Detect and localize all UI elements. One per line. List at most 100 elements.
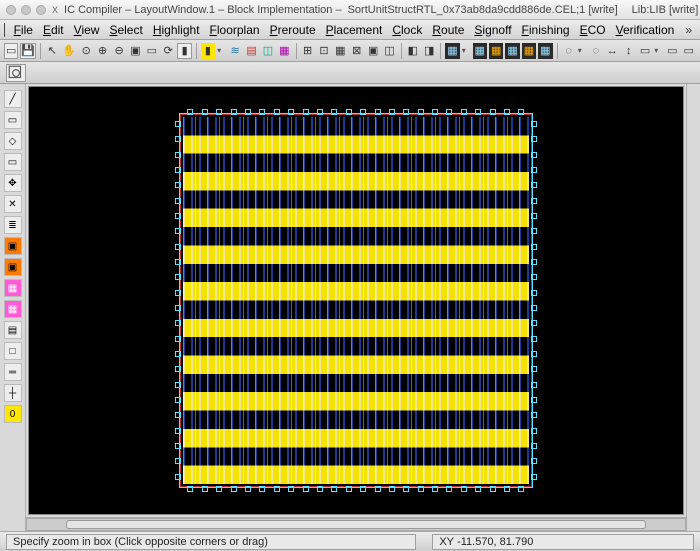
io-pin[interactable] xyxy=(346,486,352,492)
close-icon[interactable] xyxy=(6,5,16,15)
io-pin[interactable] xyxy=(531,136,537,142)
io-pin[interactable] xyxy=(175,443,181,449)
io-pin[interactable] xyxy=(531,474,537,480)
io-pin[interactable] xyxy=(432,486,438,492)
io-pin[interactable] xyxy=(461,486,467,492)
io-pin[interactable] xyxy=(175,228,181,234)
io-pin[interactable] xyxy=(175,121,181,127)
tool-fill2[interactable]: ▣ xyxy=(4,258,22,276)
io-pin[interactable] xyxy=(216,109,222,115)
io-pin[interactable] xyxy=(175,412,181,418)
layout-canvas[interactable] xyxy=(28,86,684,515)
menu-finishing[interactable]: Finishing xyxy=(517,22,575,38)
io-pin[interactable] xyxy=(531,290,537,296)
menu-placement[interactable]: Placement xyxy=(321,22,388,38)
io-pin[interactable] xyxy=(331,109,337,115)
io-pin[interactable] xyxy=(175,274,181,280)
chip-4[interactable]: ▦ xyxy=(505,43,519,59)
io-pin[interactable] xyxy=(375,109,381,115)
io-pin[interactable] xyxy=(175,305,181,311)
io-pin[interactable] xyxy=(360,486,366,492)
menu-signoff[interactable]: Signoff xyxy=(469,22,516,38)
tool-via[interactable]: ┼ xyxy=(4,384,22,402)
io-pin[interactable] xyxy=(245,109,251,115)
io-pin[interactable] xyxy=(288,109,294,115)
io-pin[interactable] xyxy=(274,486,280,492)
io-pin[interactable] xyxy=(303,486,309,492)
menubar-overflow[interactable]: » xyxy=(681,23,696,37)
tool-poly[interactable]: ◇ xyxy=(4,132,22,150)
misc-7[interactable]: ▭ xyxy=(681,43,695,59)
chip-2[interactable]: ▦ xyxy=(473,43,487,59)
io-pin[interactable] xyxy=(259,486,265,492)
tool-region2[interactable]: ▦ xyxy=(4,300,22,318)
tool-origin[interactable]: 0 xyxy=(4,405,22,423)
io-pin[interactable] xyxy=(175,397,181,403)
tool-del[interactable]: ✕ xyxy=(4,195,22,213)
io-pin[interactable] xyxy=(403,486,409,492)
io-pin[interactable] xyxy=(274,109,280,115)
snap-6[interactable]: ◫ xyxy=(382,43,396,59)
tool-rect[interactable]: ▭ xyxy=(4,111,22,129)
align-c[interactable]: ◨ xyxy=(422,43,436,59)
io-pin[interactable] xyxy=(531,182,537,188)
io-pin[interactable] xyxy=(475,486,481,492)
io-pin[interactable] xyxy=(346,109,352,115)
misc-3[interactable]: ↔ xyxy=(605,43,619,59)
tool-region1[interactable]: ▦ xyxy=(4,279,22,297)
io-pin[interactable] xyxy=(360,109,366,115)
minimize-icon[interactable] xyxy=(21,5,31,15)
open-button[interactable]: ▭ xyxy=(4,43,18,59)
io-pin[interactable] xyxy=(175,428,181,434)
refresh-button[interactable]: ⟳ xyxy=(161,43,175,59)
menu-route[interactable]: Route xyxy=(427,22,469,38)
chip-3[interactable]: ▦ xyxy=(489,43,503,59)
io-pin[interactable] xyxy=(504,486,510,492)
io-pin[interactable] xyxy=(531,320,537,326)
menu-preroute[interactable]: Preroute xyxy=(265,22,321,38)
io-pin[interactable] xyxy=(531,259,537,265)
zoom-in-tool[interactable]: ⊕ xyxy=(95,43,109,59)
menu-select[interactable]: Select xyxy=(104,22,147,38)
io-pin[interactable] xyxy=(175,167,181,173)
menu-edit[interactable]: Edit xyxy=(38,22,69,38)
io-pin[interactable] xyxy=(531,458,537,464)
io-pin[interactable] xyxy=(389,109,395,115)
io-pin[interactable] xyxy=(175,244,181,250)
io-pin[interactable] xyxy=(175,351,181,357)
align-l[interactable]: ◧ xyxy=(406,43,420,59)
io-pin[interactable] xyxy=(531,397,537,403)
menu-highlight[interactable]: Highlight xyxy=(148,22,205,38)
scroll-thumb[interactable] xyxy=(66,520,645,529)
zoom-out-tool[interactable]: ⊖ xyxy=(112,43,126,59)
cursor-tool[interactable]: ↖ xyxy=(45,43,59,59)
stack-hier[interactable]: ◫ xyxy=(261,43,275,59)
snap-3[interactable]: ▦ xyxy=(333,43,347,59)
box-select-tool[interactable] xyxy=(6,64,26,82)
misc-2[interactable]: ◌ xyxy=(589,43,603,59)
tool-track[interactable]: ═ xyxy=(4,363,22,381)
io-pin[interactable] xyxy=(403,109,409,115)
misc-4[interactable]: ↕ xyxy=(621,43,635,59)
io-pin[interactable] xyxy=(490,486,496,492)
dropdown-icon[interactable]: ▾ xyxy=(217,46,226,55)
io-pin[interactable] xyxy=(175,152,181,158)
io-pin[interactable] xyxy=(175,198,181,204)
vertical-scrollbar[interactable] xyxy=(686,84,700,531)
io-pin[interactable] xyxy=(531,167,537,173)
io-pin[interactable] xyxy=(418,486,424,492)
io-pin[interactable] xyxy=(490,109,496,115)
dropdown-icon[interactable]: ▾ xyxy=(462,46,471,55)
zoom-box-tool[interactable]: ▭ xyxy=(145,43,159,59)
io-pin[interactable] xyxy=(331,486,337,492)
chip-layout-view[interactable] xyxy=(179,113,532,489)
menu-file[interactable]: File xyxy=(9,22,38,38)
io-pin[interactable] xyxy=(231,486,237,492)
io-pin[interactable] xyxy=(531,274,537,280)
net-route[interactable]: ≋ xyxy=(228,43,242,59)
io-pin[interactable] xyxy=(531,351,537,357)
menu-eco[interactable]: ECO xyxy=(575,22,611,38)
tool-move[interactable]: ✥ xyxy=(4,174,22,192)
io-pin[interactable] xyxy=(175,136,181,142)
io-pin[interactable] xyxy=(531,336,537,342)
